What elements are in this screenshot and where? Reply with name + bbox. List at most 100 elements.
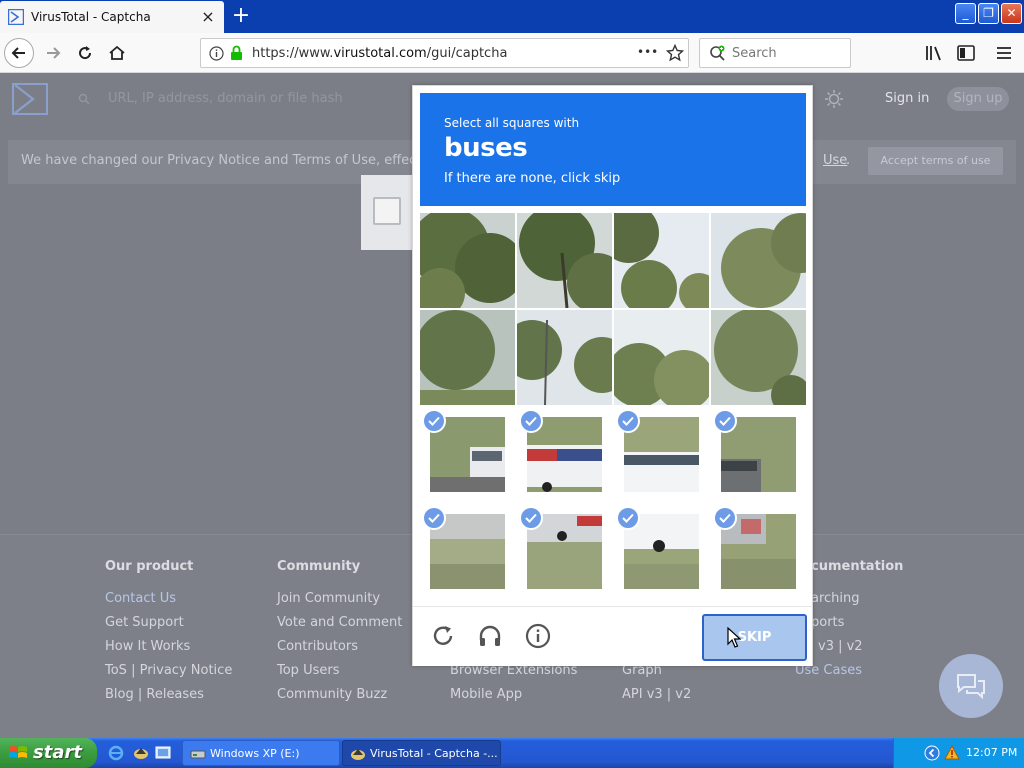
captcha-challenge-modal: Select all squares with buses If there a…	[412, 85, 813, 666]
vt-search-input[interactable]: URL, IP address, domain or file hash	[108, 91, 343, 106]
footer-link[interactable]: Community Buzz	[277, 686, 402, 710]
checkmark-icon	[519, 506, 543, 530]
captcha-tile-selected[interactable]	[420, 504, 515, 599]
skip-button[interactable]: SKIP	[702, 614, 807, 661]
checkmark-icon	[422, 506, 446, 530]
show-desktop-icon[interactable]	[155, 745, 171, 761]
refresh-challenge-button[interactable]	[428, 621, 458, 651]
accept-terms-button[interactable]: Accept terms of use	[868, 147, 1003, 175]
footer-link[interactable]: Join Community	[277, 590, 402, 614]
window-titlebar: VirusTotal - Captcha × + _ ❐ ✕	[0, 0, 1024, 33]
drive-icon	[190, 750, 206, 759]
browser-navbar: https://www.virustotal.com/gui/captcha •…	[0, 33, 1024, 73]
footer-link[interactable]: arching	[811, 590, 903, 614]
security-alert-icon[interactable]	[944, 745, 960, 761]
captcha-tile-selected[interactable]	[614, 504, 709, 599]
close-window-button[interactable]: ✕	[1001, 3, 1022, 24]
checkmark-icon	[422, 409, 446, 433]
captcha-tile-selected[interactable]	[711, 407, 806, 502]
tab-close-icon[interactable]: ×	[199, 8, 217, 26]
footer-link[interactable]: API v3 | v2	[622, 686, 691, 710]
windows-logo-icon	[9, 746, 27, 758]
tile-image-trees	[420, 213, 515, 308]
footer-column-community: Community Join Community Vote and Commen…	[277, 559, 402, 710]
privacy-period: .	[846, 153, 851, 168]
forward-button[interactable]	[38, 38, 68, 68]
tray-expand-icon[interactable]	[924, 745, 940, 761]
footer-link[interactable]: Blog | Releases	[105, 686, 232, 710]
footer-link[interactable]: Vote and Comment	[277, 614, 402, 638]
sidebar-icon[interactable]	[957, 45, 975, 61]
maximize-button[interactable]: ❐	[978, 3, 999, 24]
taskbar: start Windows XP (E:) VirusTotal - Captc…	[0, 738, 1024, 768]
back-button[interactable]	[4, 38, 34, 68]
search-engine-icon	[710, 45, 725, 61]
tile-image-trees	[517, 213, 612, 308]
new-tab-button[interactable]: +	[230, 5, 252, 28]
sign-in-link[interactable]: Sign in	[885, 91, 929, 106]
checkmark-icon	[713, 409, 737, 433]
footer-link[interactable]: Contact Us	[105, 590, 232, 614]
reload-icon	[79, 46, 92, 60]
start-button[interactable]: start	[0, 738, 97, 768]
captcha-tile-selected[interactable]	[711, 504, 806, 599]
page-actions-icon[interactable]: •••	[637, 45, 658, 59]
prompt-target: buses	[444, 133, 528, 163]
menu-icon[interactable]	[996, 45, 1012, 61]
minimize-button[interactable]: _	[955, 3, 976, 24]
captcha-tile[interactable]	[711, 310, 806, 405]
virustotal-logo-icon[interactable]	[11, 82, 49, 116]
tile-image-trees	[711, 213, 806, 308]
footer-link[interactable]: v3 | v2	[818, 638, 903, 662]
captcha-widget	[361, 175, 417, 250]
browser-tab[interactable]: VirusTotal - Captcha ×	[0, 1, 224, 33]
tab-title: VirusTotal - Captcha	[31, 10, 151, 24]
captcha-tile-selected[interactable]	[517, 407, 612, 502]
captcha-tile-selected[interactable]	[420, 407, 515, 502]
captcha-tile[interactable]	[614, 310, 709, 405]
lock-icon[interactable]	[230, 45, 243, 61]
captcha-footer: SKIP	[413, 606, 812, 666]
start-label: start	[33, 742, 82, 763]
footer-link[interactable]: How It Works	[105, 638, 232, 662]
reload-button[interactable]	[70, 38, 100, 68]
taskbar-item-windows-xp-drive[interactable]: Windows XP (E:)	[182, 740, 340, 766]
home-button[interactable]	[102, 38, 132, 68]
footer-link[interactable]: Mobile App	[450, 686, 577, 710]
footer-heading: Community	[277, 559, 361, 574]
mouse-cursor-icon	[727, 627, 741, 648]
taskbar-item-virustotal[interactable]: VirusTotal - Captcha -...	[342, 740, 501, 766]
footer-link[interactable]: ToS | Privacy Notice	[105, 662, 232, 686]
captcha-tile[interactable]	[517, 310, 612, 405]
library-icon[interactable]	[925, 45, 943, 61]
footer-link[interactable]: ports	[811, 614, 903, 638]
terms-of-use-link[interactable]: Use	[823, 153, 847, 168]
audio-challenge-button[interactable]	[475, 621, 505, 651]
tile-image-trees	[711, 310, 806, 405]
checkmark-icon	[616, 409, 640, 433]
captcha-tile-selected[interactable]	[614, 407, 709, 502]
footer-link[interactable]: Get Support	[105, 614, 232, 638]
info-button[interactable]	[523, 621, 553, 651]
captcha-tile[interactable]	[420, 213, 515, 308]
footer-link[interactable]: Contributors	[277, 638, 402, 662]
captcha-checkbox[interactable]	[373, 197, 401, 225]
sign-up-button[interactable]: Sign up	[947, 87, 1009, 111]
browser-app-icon	[351, 749, 365, 760]
captcha-tile[interactable]	[517, 213, 612, 308]
vt-search-icon	[78, 93, 90, 105]
bookmark-star-icon[interactable]	[666, 44, 684, 62]
media-player-icon[interactable]	[132, 745, 150, 761]
info-icon[interactable]	[209, 46, 224, 61]
internet-explorer-icon[interactable]	[108, 745, 124, 761]
footer-link[interactable]: Top Users	[277, 662, 402, 686]
chat-button[interactable]	[939, 654, 1003, 718]
tile-image-trees	[420, 310, 515, 405]
captcha-tile[interactable]	[420, 310, 515, 405]
captcha-tile[interactable]	[614, 213, 709, 308]
captcha-tile-selected[interactable]	[517, 504, 612, 599]
url-bar[interactable]: https://www.virustotal.com/gui/captcha •…	[200, 38, 689, 68]
captcha-tile[interactable]	[711, 213, 806, 308]
theme-toggle-icon[interactable]	[824, 89, 844, 109]
search-box[interactable]: Search	[699, 38, 851, 68]
